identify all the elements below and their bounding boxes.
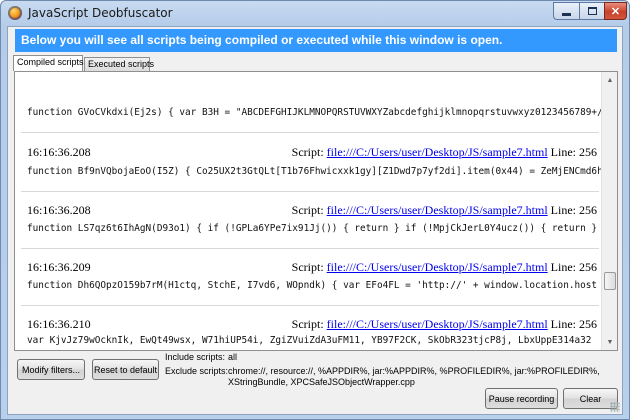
script-prefix: Script: — [291, 145, 324, 159]
line-number: 256 — [579, 145, 597, 159]
arrow-down-icon: ▼ — [606, 338, 614, 346]
firefox-icon — [8, 6, 22, 20]
code-line: function Bf9nVQbojaEoO(I5Z) { Co25UX2t3G… — [27, 166, 601, 177]
entry-divider — [21, 132, 599, 133]
script-log[interactable]: function GVoCVkdxi(Ej2s) { var B3H = "AB… — [15, 72, 601, 350]
info-banner: Below you will see all scripts being com… — [15, 29, 617, 52]
reset-label: Reset to default — [93, 364, 158, 375]
arrow-up-icon: ▲ — [606, 76, 614, 84]
entry-script-ref: Script: file:///C:/Users/user/Desktop/JS… — [292, 260, 597, 275]
script-prefix: Script: — [291, 203, 324, 217]
entry-time: 16:16:36.209 — [27, 260, 91, 274]
minimize-button[interactable] — [553, 2, 579, 20]
tab-compiled-scripts[interactable]: Compiled scripts — [13, 55, 84, 71]
script-prefix: Script: — [291, 260, 324, 274]
entry-divider — [21, 191, 599, 192]
code-line: function GVoCVkdxi(Ej2s) { var B3H = "AB… — [27, 107, 601, 118]
maximize-icon — [587, 7, 597, 15]
code-line: function LS7qz6t6IhAgN(D93o1) { if (!GPL… — [27, 223, 598, 234]
script-prefix: Script: — [291, 317, 324, 331]
resize-grip[interactable] — [610, 402, 620, 412]
script-link[interactable]: file:///C:/Users/user/Desktop/JS/sample7… — [327, 203, 548, 217]
entry-script-ref: Script: file:///C:/Users/user/Desktop/JS… — [292, 203, 597, 218]
entry-time: 16:16:36.208 — [27, 203, 91, 217]
exclude-scripts-value: chrome://, resource://, %APPDIR%, jar:%A… — [228, 366, 600, 387]
entry-script-ref: Script: file:///C:/Users/user/Desktop/JS… — [292, 317, 597, 332]
minimize-icon — [562, 12, 571, 16]
close-icon: ✕ — [610, 5, 621, 18]
reset-to-default-button[interactable]: Reset to default — [92, 359, 159, 380]
line-prefix: Line: — [550, 145, 576, 159]
line-number: 256 — [579, 203, 597, 217]
entry-script-ref: Script: file:///C:/Users/user/Desktop/JS… — [292, 145, 597, 160]
pause-recording-button[interactable]: Pause recording — [485, 388, 558, 409]
client-area: Below you will see all scripts being com… — [7, 26, 623, 415]
entry-divider — [21, 248, 599, 249]
exclude-scripts-label: Exclude scripts: — [165, 366, 229, 376]
line-number: 256 — [579, 317, 597, 331]
deobfuscator-window: JavaScript Deobfuscator ✕ Below you will… — [0, 0, 630, 420]
close-button[interactable]: ✕ — [604, 2, 627, 20]
scroll-up-button[interactable]: ▲ — [602, 72, 617, 88]
script-link[interactable]: file:///C:/Users/user/Desktop/JS/sample7… — [327, 260, 548, 274]
modify-filters-button[interactable]: Modify filters... — [17, 359, 85, 380]
line-number: 256 — [579, 260, 597, 274]
script-link[interactable]: file:///C:/Users/user/Desktop/JS/sample7… — [327, 317, 548, 331]
code-line: var KjvJz79wOcknIk, EwQt49wsx, W71hiUP54… — [27, 335, 592, 346]
entry-divider — [21, 305, 599, 306]
include-scripts-value: all — [228, 352, 238, 362]
script-link[interactable]: file:///C:/Users/user/Desktop/JS/sample7… — [327, 145, 548, 159]
scroll-down-button[interactable]: ▼ — [602, 334, 617, 350]
maximize-button[interactable] — [579, 2, 604, 20]
entry-time: 16:16:36.210 — [27, 317, 91, 331]
line-prefix: Line: — [550, 317, 576, 331]
tab-executed-scripts[interactable]: Executed scripts — [84, 57, 154, 71]
scrollbar-thumb[interactable] — [604, 272, 616, 290]
title-bar[interactable]: JavaScript Deobfuscator ✕ — [1, 1, 629, 26]
include-scripts-label: Include scripts: — [165, 352, 226, 362]
line-prefix: Line: — [550, 260, 576, 274]
line-prefix: Line: — [550, 203, 576, 217]
window-title: JavaScript Deobfuscator — [28, 6, 173, 20]
vertical-scrollbar[interactable]: ▲ ▼ — [601, 72, 617, 350]
code-line: function Dh6QOpzO159b7rM(H1ctq, StchE, I… — [27, 280, 598, 291]
script-log-panel: function GVoCVkdxi(Ej2s) { var B3H = "AB… — [14, 71, 618, 351]
entry-time: 16:16:36.208 — [27, 145, 91, 159]
